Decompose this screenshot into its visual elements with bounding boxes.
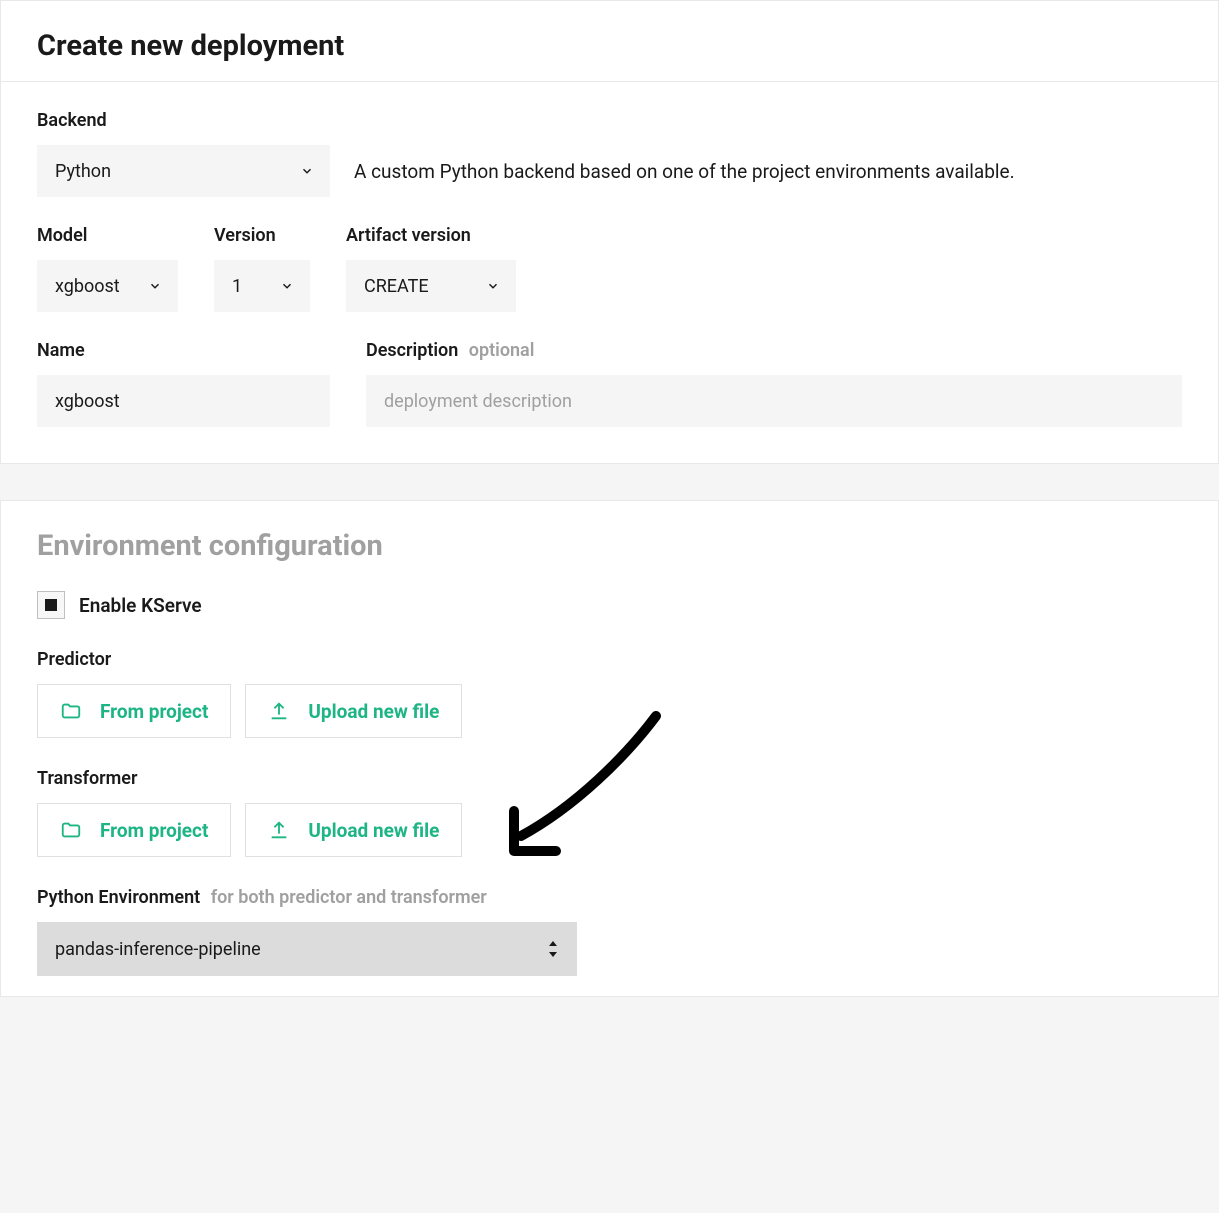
button-label: Upload new file: [308, 700, 439, 723]
deployment-form-panel: Create new deployment Backend Python A c…: [0, 0, 1219, 464]
python-env-hint: for both predictor and transformer: [211, 887, 487, 908]
name-field: Name: [37, 340, 330, 427]
artifact-field: Artifact version CREATE: [346, 225, 516, 312]
python-env-select[interactable]: pandas-inference-pipeline: [37, 922, 577, 976]
version-selected-value: 1: [232, 276, 242, 297]
upload-icon: [268, 819, 290, 841]
description-label-text: Description: [366, 340, 458, 361]
sort-icon: [547, 941, 559, 957]
description-input[interactable]: [366, 375, 1182, 427]
transformer-label: Transformer: [37, 768, 1182, 789]
chevron-down-icon: [280, 279, 294, 293]
predictor-label: Predictor: [37, 649, 1182, 670]
name-label: Name: [37, 340, 330, 361]
model-select[interactable]: xgboost: [37, 260, 178, 312]
model-field: Model xgboost: [37, 225, 178, 312]
version-label: Version: [214, 225, 310, 246]
chevron-down-icon: [486, 279, 500, 293]
predictor-upload-button[interactable]: Upload new file: [245, 684, 462, 738]
upload-icon: [268, 700, 290, 722]
button-label: From project: [100, 819, 208, 842]
page-title: Create new deployment: [37, 29, 1182, 63]
checkbox-mark-icon: [45, 599, 57, 611]
artifact-label: Artifact version: [346, 225, 516, 246]
name-input[interactable]: [37, 375, 330, 427]
environment-heading: Environment configuration: [37, 529, 1182, 563]
version-field: Version 1: [214, 225, 310, 312]
python-env-selected-value: pandas-inference-pipeline: [55, 939, 261, 960]
description-field: Description optional: [366, 340, 1182, 427]
transformer-upload-button[interactable]: Upload new file: [245, 803, 462, 857]
description-label: Description optional: [366, 340, 1182, 361]
python-env-label: Python Environment for both predictor an…: [37, 887, 1182, 908]
model-label: Model: [37, 225, 178, 246]
python-env-label-text: Python Environment: [37, 887, 200, 908]
kserve-label: Enable KServe: [79, 594, 202, 617]
backend-description: A custom Python backend based on one of …: [354, 160, 1015, 183]
artifact-selected-value: CREATE: [364, 276, 429, 297]
backend-field: Backend Python A custom Python backend b…: [37, 110, 1182, 225]
predictor-from-project-button[interactable]: From project: [37, 684, 231, 738]
backend-label: Backend: [37, 110, 1182, 131]
model-selected-value: xgboost: [55, 276, 120, 297]
chevron-down-icon: [148, 279, 162, 293]
version-select[interactable]: 1: [214, 260, 310, 312]
button-label: From project: [100, 700, 208, 723]
artifact-select[interactable]: CREATE: [346, 260, 516, 312]
button-label: Upload new file: [308, 819, 439, 842]
folder-icon: [60, 700, 82, 722]
backend-select[interactable]: Python: [37, 145, 330, 197]
transformer-from-project-button[interactable]: From project: [37, 803, 231, 857]
divider: [1, 81, 1218, 82]
description-optional-hint: optional: [469, 340, 535, 361]
backend-selected-value: Python: [55, 161, 111, 182]
environment-config-panel: Environment configuration Enable KServe …: [0, 500, 1219, 997]
kserve-checkbox[interactable]: [37, 591, 65, 619]
chevron-down-icon: [300, 164, 314, 178]
folder-icon: [60, 819, 82, 841]
